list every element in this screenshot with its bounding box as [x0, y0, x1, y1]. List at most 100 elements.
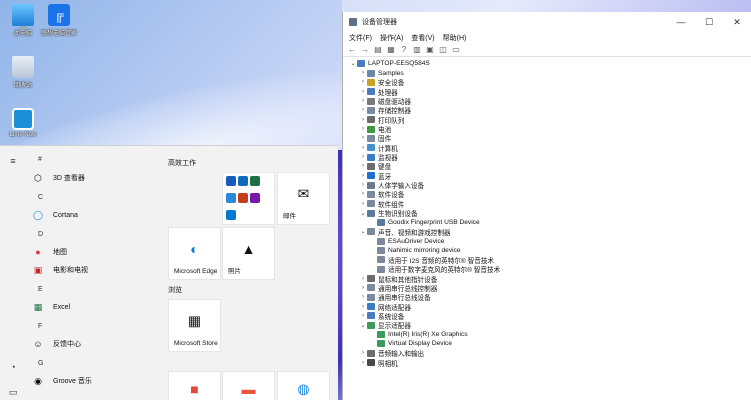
device-tree-node[interactable]: › 键盘	[343, 162, 751, 171]
expand-arrow-icon[interactable]: ›	[359, 163, 367, 169]
desktop-icon-recycle-bin[interactable]: 回收站	[0, 56, 46, 89]
device-tree-node[interactable]: › 通用串行总线控制器	[343, 283, 751, 293]
update-driver-icon[interactable]: ▣	[425, 45, 435, 55]
device-tree-node[interactable]: › 系统设备	[343, 311, 751, 321]
scan-hardware-icon[interactable]: ◫	[438, 45, 448, 55]
expand-arrow-icon[interactable]: ›	[359, 276, 367, 282]
device-tree-node[interactable]: › 音频输入和输出	[343, 349, 751, 358]
forward-icon[interactable]: →	[360, 45, 370, 55]
app-item-excel[interactable]: ▦ Excel	[28, 299, 70, 315]
menu-file[interactable]: 文件(F)	[349, 33, 372, 43]
maximize-button[interactable]: ☐	[695, 12, 723, 32]
letter-header[interactable]: E	[38, 286, 43, 293]
device-tree-node[interactable]: ⌄ 显示适配器	[343, 321, 751, 330]
device-tree-node[interactable]: › 打印队列	[343, 115, 751, 125]
minimize-button[interactable]: —	[667, 12, 695, 32]
list-icon[interactable]: ▦	[386, 45, 396, 55]
expand-arrow-icon[interactable]: ›	[359, 70, 367, 76]
expand-arrow-icon[interactable]: ›	[359, 89, 367, 95]
device-tree-node[interactable]: › 安全设备	[343, 78, 751, 87]
device-tree-node[interactable]: 适用于数字麦克风的英特尔® 智音技术	[343, 265, 751, 274]
device-tree-node[interactable]: › 监视器	[343, 152, 751, 162]
device-tree-node[interactable]: ⌄ LAPTOP-EESQ584S	[343, 59, 751, 68]
expand-arrow-icon[interactable]: ›	[359, 350, 367, 356]
expand-arrow-icon[interactable]: ›	[359, 145, 367, 151]
expand-arrow-icon[interactable]: ›	[359, 117, 367, 123]
menu-help[interactable]: 帮助(H)	[443, 33, 467, 43]
tile-bottom-3[interactable]: ◍	[277, 371, 330, 400]
device-tree-node[interactable]: › 照相机	[343, 358, 751, 368]
office-tile-group[interactable]	[222, 172, 275, 225]
app-item-movies[interactable]: ▣ 电影和电视	[28, 262, 88, 278]
device-tree-node[interactable]: › 网络适配器	[343, 302, 751, 312]
letter-header[interactable]: C	[38, 194, 43, 201]
tile-bottom-2[interactable]: ▬	[222, 371, 275, 400]
expand-arrow-icon[interactable]: ›	[359, 360, 367, 366]
app-item-feedback[interactable]: ☺ 反馈中心	[28, 336, 81, 352]
expand-arrow-icon[interactable]: ›	[359, 191, 367, 197]
device-tree-node[interactable]: ⌄ 生物识别设备	[343, 209, 751, 218]
tile-store[interactable]: ▦ Microsoft Store	[168, 299, 221, 352]
device-tree-node[interactable]: › 磁盘驱动器	[343, 96, 751, 106]
monitor-icon[interactable]: ▭	[451, 45, 461, 55]
device-tree-node[interactable]: Nahimic mirroring device	[343, 246, 751, 255]
expand-arrow-icon[interactable]: ›	[359, 201, 367, 207]
expand-arrow-icon[interactable]: ›	[359, 304, 367, 310]
details-icon[interactable]: ▥	[412, 45, 422, 55]
collapse-arrow-icon[interactable]: ⌄	[349, 60, 357, 67]
device-tree-node[interactable]: ⌄ 声音、视频和游戏控制器	[343, 227, 751, 237]
close-button[interactable]: ✕	[723, 12, 751, 32]
letter-header[interactable]: #	[38, 156, 42, 163]
expand-arrow-icon[interactable]: ›	[359, 313, 367, 319]
properties-icon[interactable]: ▤	[373, 45, 383, 55]
tile-bottom-1[interactable]: ■	[168, 371, 221, 400]
letter-header[interactable]: D	[38, 231, 43, 238]
device-tree-node[interactable]: › 蓝牙	[343, 171, 751, 181]
expand-arrow-icon[interactable]: ›	[359, 107, 367, 113]
collapse-arrow-icon[interactable]: ⌄	[359, 228, 367, 235]
tile-mail[interactable]: ✉ 邮件	[277, 172, 330, 225]
device-tree-node[interactable]: › 电池	[343, 124, 751, 134]
letter-header[interactable]: G	[38, 360, 43, 367]
device-tree-node[interactable]: 适用于 I2S 音频的英特尔® 智音技术	[343, 255, 751, 265]
desktop-icon-lenovo-manager[interactable]: ╔ 联想电脑管家	[36, 4, 82, 37]
expand-arrow-icon[interactable]: ›	[359, 135, 367, 141]
device-tree-node[interactable]: › 存储控制器	[343, 106, 751, 115]
tile-edge[interactable]: ◐ Microsoft Edge	[168, 227, 221, 280]
device-tree-node[interactable]: › 鼠标和其他指针设备	[343, 274, 751, 284]
app-item-3d-viewer[interactable]: ⬡ 3D 查看器	[28, 170, 85, 186]
tile-photos[interactable]: ▲ 照片	[222, 227, 275, 280]
help-icon[interactable]: ?	[399, 45, 409, 55]
app-item-cortana[interactable]: ◯ Cortana	[28, 207, 78, 223]
expand-arrow-icon[interactable]: ›	[359, 79, 367, 85]
device-tree-node[interactable]: ESAuDriver Device	[343, 237, 751, 246]
document-icon[interactable]: ▭	[8, 387, 18, 397]
letter-header[interactable]: F	[38, 323, 42, 330]
collapse-arrow-icon[interactable]: ⌄	[359, 322, 367, 329]
hamburger-menu-icon[interactable]: ≡	[8, 156, 18, 166]
device-tree-node[interactable]: Intel(R) Iris(R) Xe Graphics	[343, 330, 751, 339]
expand-arrow-icon[interactable]: ›	[359, 126, 367, 132]
device-tree-node[interactable]: › 处理器	[343, 87, 751, 97]
app-item-groove[interactable]: ◉ Groove 音乐	[28, 373, 92, 389]
device-tree-node[interactable]: Goodix Fingerprint USB Device	[343, 218, 751, 227]
menu-view[interactable]: 查看(V)	[411, 33, 434, 43]
device-tree-node[interactable]: › 通用串行总线设备	[343, 293, 751, 302]
device-tree-node[interactable]: Virtual Display Device	[343, 339, 751, 348]
menu-action[interactable]: 操作(A)	[380, 33, 403, 43]
app-item-maps[interactable]: ● 地图	[28, 244, 67, 260]
expand-arrow-icon[interactable]: ›	[359, 285, 367, 291]
desktop-icon-lime-now[interactable]: Lime Now	[0, 108, 46, 138]
expand-arrow-icon[interactable]: ›	[359, 294, 367, 300]
device-tree-node[interactable]: › 软件设备	[343, 190, 751, 199]
expand-arrow-icon[interactable]: ›	[359, 98, 367, 104]
collapse-arrow-icon[interactable]: ⌄	[359, 210, 367, 217]
back-icon[interactable]: ←	[347, 45, 357, 55]
user-icon[interactable]: ◔	[8, 362, 18, 372]
expand-arrow-icon[interactable]: ›	[359, 173, 367, 179]
device-tree-node[interactable]: › 固件	[343, 134, 751, 143]
device-tree-node[interactable]: › 人体学输入设备	[343, 180, 751, 190]
device-tree-node[interactable]: › 计算机	[343, 143, 751, 153]
device-tree-node[interactable]: › Samples	[343, 68, 751, 77]
expand-arrow-icon[interactable]: ›	[359, 154, 367, 160]
